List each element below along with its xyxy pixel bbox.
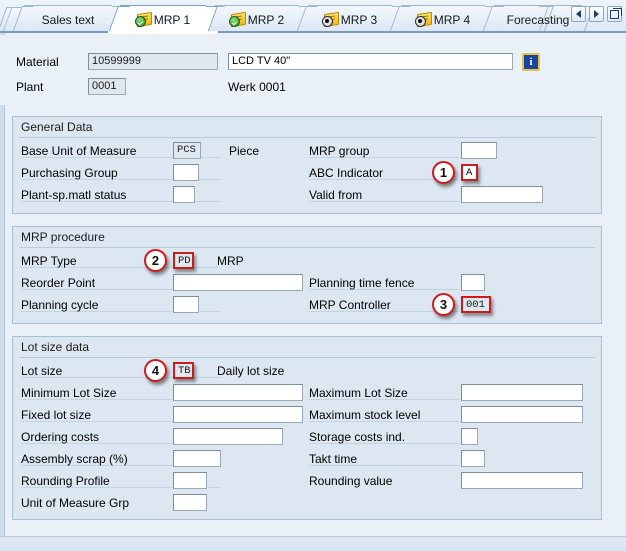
mrp-type-label: MRP Type <box>21 254 77 268</box>
storage-costs-ind-field[interactable] <box>461 428 478 445</box>
purchasing-group-field[interactable] <box>173 164 199 181</box>
base-unit-of-measure-label: Base Unit of Measure <box>21 144 136 158</box>
tab-strip: Sales text MRP 1 MRP 2 <box>0 0 626 33</box>
assembly-scrap-field[interactable] <box>173 450 221 467</box>
minimum-lot-size-label: Minimum Lot Size <box>21 386 116 400</box>
takt-time-label: Takt time <box>309 452 357 466</box>
material-number-field[interactable]: 10599999 <box>88 53 218 70</box>
material-header: Material 10599999 LCD TV 40" i Plant 000… <box>0 35 626 105</box>
plant-sp-matl-status-label: Plant-sp.matl status <box>21 188 126 202</box>
plant-field[interactable]: 0001 <box>88 78 126 95</box>
mrp-controller-label: MRP Controller <box>309 298 391 312</box>
plant-sp-matl-status-field[interactable] <box>173 186 195 203</box>
tab-sales-text[interactable]: Sales text <box>24 5 112 32</box>
mrp-group-field[interactable] <box>461 142 497 159</box>
tab-forecasting-label: Forecasting <box>507 13 570 27</box>
lot-size-text: Daily lot size <box>217 364 284 378</box>
planning-time-fence-label: Planning time fence <box>309 276 414 290</box>
material-label: Material <box>16 55 59 69</box>
storage-costs-ind-text: Storage costs ind. <box>309 430 405 444</box>
sheet-dot-icon <box>323 13 338 27</box>
reorder-point-field[interactable] <box>173 274 303 291</box>
abc-indicator-label: ABC Indicator <box>309 166 383 180</box>
tab-list-icon <box>610 10 619 19</box>
mrp-controller-field[interactable]: 001 <box>461 296 491 313</box>
maximum-stock-level-label: Maximum stock level <box>309 408 420 422</box>
base-unit-of-measure-field[interactable]: PCS <box>173 142 201 159</box>
tab-list-button[interactable] <box>607 6 622 22</box>
abc-indicator-field[interactable]: A <box>461 164 478 181</box>
planning-cycle-label: Planning cycle <box>21 298 98 312</box>
info-icon[interactable]: i <box>522 53 540 71</box>
lot-size-data-group: Lot size data Lot size TB 4 Daily lot si… <box>12 336 602 520</box>
base-unit-of-measure-text: Piece <box>229 144 259 158</box>
general-data-title: General Data <box>21 120 92 134</box>
fixed-lot-size-field[interactable] <box>173 406 303 423</box>
assembly-scrap-label: Assembly scrap (%) <box>21 452 128 466</box>
bottom-bar <box>0 536 626 551</box>
rounding-value-label: Rounding value <box>309 474 392 488</box>
mrp-procedure-group: MRP procedure MRP Type PD 2 MRP Reorder … <box>12 226 602 324</box>
unit-of-measure-grp-field[interactable] <box>173 494 207 511</box>
general-data-group: General Data Base Unit of Measure PCS Pi… <box>12 116 602 214</box>
minimum-lot-size-field[interactable] <box>173 384 303 401</box>
ordering-costs-label: Ordering costs <box>21 430 99 444</box>
valid-from-field[interactable] <box>461 186 543 203</box>
lot-size-field[interactable]: TB <box>173 362 194 379</box>
tab-mrp-2-label: MRP 2 <box>248 13 284 27</box>
sheet-check-icon <box>230 13 245 27</box>
rounding-profile-field[interactable] <box>173 472 207 489</box>
takt-time-field[interactable] <box>461 450 485 467</box>
planning-cycle-field[interactable] <box>173 296 199 313</box>
maximum-lot-size-field[interactable] <box>461 384 583 401</box>
tab-forecasting[interactable]: Forecasting <box>494 5 582 32</box>
sheet-dot-icon <box>416 13 431 27</box>
plant-description-text: Werk 0001 <box>228 80 286 94</box>
purchasing-group-label: Purchasing Group <box>21 166 118 180</box>
mrp-type-field[interactable]: PD <box>173 252 194 269</box>
lot-size-data-title: Lot size data <box>21 340 89 354</box>
valid-from-label: Valid from <box>309 188 362 202</box>
lot-size-label: Lot size <box>21 364 62 378</box>
reorder-point-label: Reorder Point <box>21 276 95 290</box>
sheet-check-icon <box>136 13 151 27</box>
left-rail <box>0 33 5 551</box>
annotation-marker-1: 1 <box>432 161 455 184</box>
tab-mrp-4-label: MRP 4 <box>434 13 470 27</box>
ordering-costs-field[interactable] <box>173 428 283 445</box>
arrow-right-icon <box>594 10 599 18</box>
plant-label: Plant <box>16 80 43 94</box>
maximum-stock-level-field[interactable] <box>461 406 583 423</box>
tab-mrp-4[interactable]: MRP 4 <box>401 5 485 32</box>
rounding-profile-label: Rounding Profile <box>21 474 110 488</box>
tab-sales-text-label: Sales text <box>42 13 95 27</box>
unit-of-measure-grp-label: Unit of Measure Grp <box>21 496 129 510</box>
mrp-type-text: MRP <box>217 254 244 268</box>
annotation-marker-3: 3 <box>432 293 455 316</box>
tab-next-button[interactable] <box>589 6 604 22</box>
mrp-procedure-title: MRP procedure <box>21 230 105 244</box>
mrp-group-label: MRP group <box>309 144 369 158</box>
material-description-field[interactable]: LCD TV 40" <box>228 53 513 70</box>
fixed-lot-size-label: Fixed lot size <box>21 408 91 422</box>
planning-time-fence-field[interactable] <box>461 274 485 291</box>
tab-mrp-1-label: MRP 1 <box>154 13 190 27</box>
rounding-value-field[interactable] <box>461 472 583 489</box>
tab-mrp-1[interactable]: MRP 1 <box>120 5 206 32</box>
annotation-marker-4: 4 <box>144 359 167 382</box>
tab-mrp-2[interactable]: MRP 2 <box>215 5 299 32</box>
maximum-lot-size-label: Maximum Lot Size <box>309 386 408 400</box>
tab-mrp-3[interactable]: MRP 3 <box>308 5 392 32</box>
tab-mrp-3-label: MRP 3 <box>341 13 377 27</box>
annotation-marker-2: 2 <box>144 249 167 272</box>
